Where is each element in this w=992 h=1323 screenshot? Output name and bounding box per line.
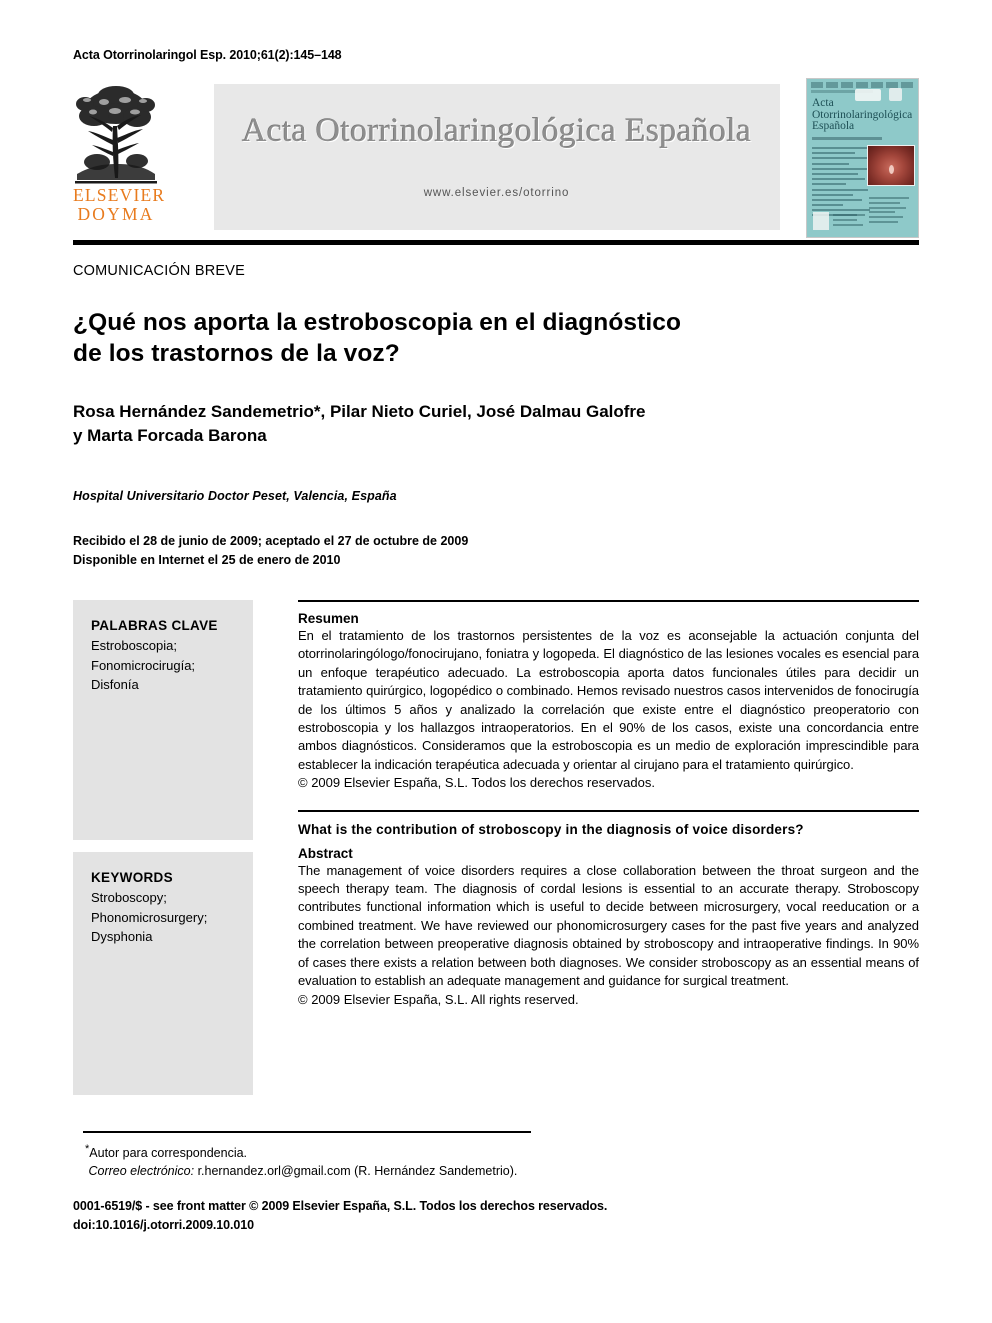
abstract-top-rule-english — [298, 809, 919, 812]
cover-contents-lines — [812, 147, 874, 220]
running-head: Acta Otorrinolaringol Esp. 2010;61(2):14… — [73, 48, 342, 62]
footnote-divider — [83, 1131, 531, 1133]
article-title-line1: ¿Qué nos aporta la estroboscopia en el d… — [73, 309, 682, 336]
received-date: Recibido el 28 de junio de 2009; aceptad… — [73, 534, 469, 548]
keywords-panel-spanish: PALABRAS CLAVE Estroboscopia; Fonomicroc… — [73, 600, 253, 840]
journal-cover-thumbnail: Acta Otorrinolaringológica Española — [806, 78, 919, 238]
journal-title: Acta Otorrinolaringológica Española — [241, 112, 752, 149]
journal-url[interactable]: www.elsevier.es/otorrino — [214, 187, 779, 199]
doi-line[interactable]: doi:10.1016/j.otorri.2009.10.010 — [73, 1216, 607, 1235]
author-line-2: y Marta Forcada Barona — [73, 426, 267, 445]
author-line-1: Rosa Hernández Sandemetrio*, Pilar Nieto… — [73, 402, 646, 421]
journal-masthead: ELSEVIER DOYMA Acta Otorrinolaringológic… — [73, 78, 919, 238]
abstract-column: Resumen En el tratamiento de los trastor… — [298, 600, 919, 1009]
masthead-divider — [73, 240, 919, 245]
page-title: ¿Qué nos aporta la estroboscopia en el d… — [73, 307, 833, 369]
cover-subtitle-bar — [812, 137, 882, 140]
article-type-label: COMUNICACIÓN BREVE — [73, 263, 245, 279]
cover-larynx-photo — [867, 145, 915, 186]
abstract-body-english: The management of voice disorders requir… — [298, 862, 919, 989]
correspondence-footnote: *Autor para correspondencia. Correo elec… — [85, 1140, 517, 1180]
keywords-list-spanish: Estroboscopia; Fonomicrocirugía; Disfoní… — [91, 638, 196, 692]
article-title-line2: de los trastornos de la voz? — [73, 340, 400, 367]
author-list: Rosa Hernández Sandemetrio*, Pilar Nieto… — [73, 400, 863, 448]
article-history: Recibido el 28 de junio de 2009; aceptad… — [73, 532, 468, 570]
abstract-top-rule-spanish — [298, 600, 919, 602]
keywords-heading-english: KEYWORDS — [91, 870, 173, 885]
cover-sidebar-lines — [869, 197, 913, 226]
abstract-heading-spanish: Resumen — [298, 611, 359, 626]
abstract-copyright-spanish: © 2009 Elsevier España, S.L. Todos los d… — [298, 775, 655, 791]
correspondence-email-line: Correo electrónico: r.hernandez.orl@gmai… — [85, 1162, 517, 1180]
abstract-body-spanish: En el tratamiento de los trastornos pers… — [298, 628, 919, 772]
email-owner: (R. Hernández Sandemetrio). — [354, 1164, 518, 1179]
imprint-block: 0001-6519/$ - see front matter © 2009 El… — [73, 1197, 607, 1234]
affiliation: Hospital Universitario Doctor Peset, Val… — [73, 489, 397, 503]
elsevier-logo: ELSEVIER DOYMA — [73, 82, 166, 234]
email-address[interactable]: r.hernandez.orl@gmail.com — [198, 1164, 351, 1178]
keywords-heading-spanish: PALABRAS CLAVE — [91, 618, 218, 633]
journal-banner: Acta Otorrinolaringológica Española www.… — [214, 84, 780, 230]
elsevier-wordmark-line1: ELSEVIER — [73, 185, 166, 205]
corresponding-author-note: *Autor para correspondencia. — [85, 1140, 517, 1162]
available-online-date: Disponible en Internet el 25 de enero de… — [73, 553, 341, 567]
cover-title: Acta Otorrinolaringológica Española — [812, 97, 913, 132]
article-title-english: What is the contribution of stroboscopy … — [298, 821, 804, 837]
journal-article-page: Acta Otorrinolaringol Esp. 2010;61(2):14… — [0, 0, 992, 1323]
abstract-heading-english: Abstract — [298, 845, 353, 861]
abstract-spacer — [298, 793, 919, 810]
cover-footer-lines — [833, 214, 867, 229]
elsevier-wordmark: ELSEVIER DOYMA — [73, 185, 166, 224]
keywords-list-english: Stroboscopy; Phonomicrosurgery; Dysphoni… — [91, 890, 208, 944]
elsevier-tree-icon — [73, 82, 159, 186]
abstract-copyright-english: © 2009 Elsevier España, S.L. All rights … — [298, 991, 579, 1007]
email-label: Correo electrónico: — [88, 1164, 195, 1179]
elsevier-wordmark-line2: DOYMA — [77, 204, 155, 224]
keywords-panel-english: KEYWORDS Stroboscopy; Phonomicrosurgery;… — [73, 852, 253, 1095]
issn-copyright-line: 0001-6519/$ - see front matter © 2009 El… — [73, 1199, 608, 1213]
cover-footer-logo-icon — [813, 212, 829, 230]
corresponding-author-label: Autor para correspondencia. — [89, 1146, 248, 1161]
